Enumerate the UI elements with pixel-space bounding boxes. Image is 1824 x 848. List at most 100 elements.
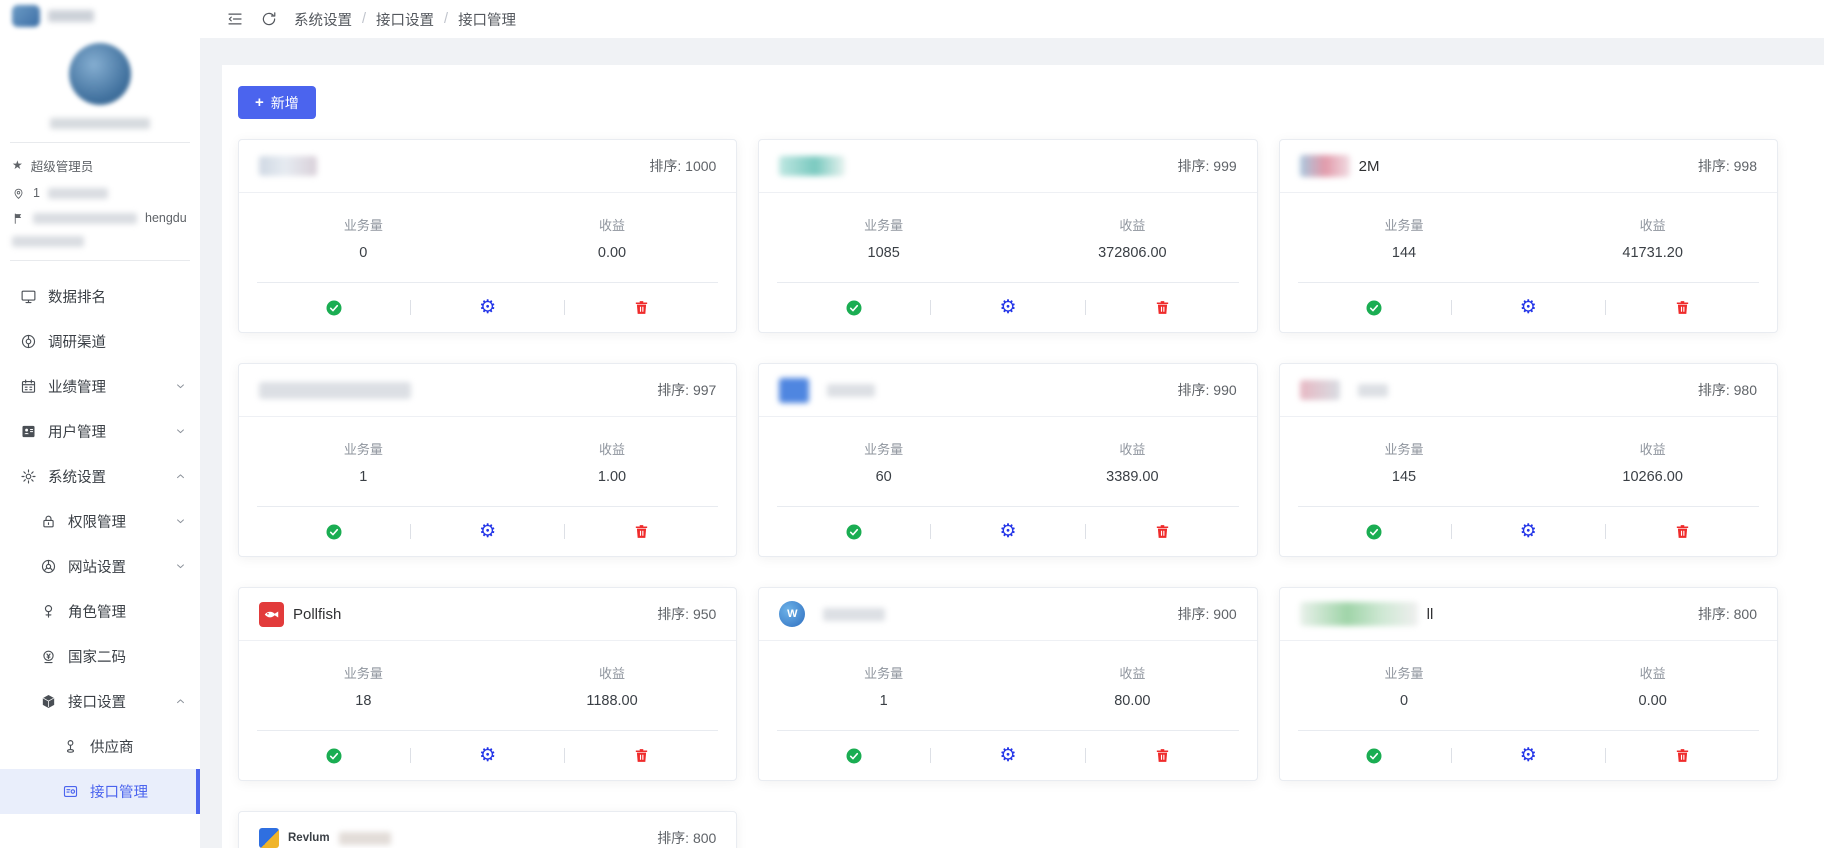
provider-logo [1300,602,1418,626]
provider-logo [259,156,317,176]
username-blurred [50,118,150,129]
volume-stat: 业务量 18 [239,663,488,709]
gear-icon: ⚙ [999,298,1016,317]
check-circle-icon [845,523,863,541]
lock-icon [40,513,57,530]
app-logo [0,0,200,27]
revenue-label: 收益 [1008,215,1257,234]
revenue-label: 收益 [488,663,737,682]
provider-title-text: 2M [1359,158,1380,175]
enable-action[interactable] [1298,731,1451,780]
settings-action[interactable]: ⚙ [1452,731,1605,780]
settings-action[interactable]: ⚙ [931,731,1084,780]
user-role-row: ★ 超级管理员 [12,156,190,175]
delete-action[interactable] [565,283,718,332]
delete-action[interactable] [1086,283,1239,332]
enable-action[interactable] [257,507,410,556]
sort-badge: 排序: 990 [1178,380,1237,400]
coin-icon [40,648,57,665]
delete-action[interactable] [565,507,718,556]
delete-action[interactable] [565,731,718,780]
revenue-value: 80.00 [1008,693,1257,709]
sidebar-item-performance[interactable]: 业绩管理 [0,364,200,409]
sidebar-item-permission[interactable]: 权限管理 [0,499,200,544]
sort-badge: 排序: 998 [1698,156,1757,176]
sidebar-item-system-settings[interactable]: 系统设置 [0,454,200,499]
sidebar-item-supplier[interactable]: 供应商 [0,724,200,769]
sort-value: 999 [1213,158,1236,174]
settings-action[interactable]: ⚙ [931,283,1084,332]
volume-label: 业务量 [759,663,1008,682]
sidebar-item-country-code[interactable]: 国家二码 [0,634,200,679]
enable-action[interactable] [777,507,930,556]
sidebar-item-data-ranking[interactable]: 数据排名 [0,274,200,319]
revenue-label: 收益 [1008,439,1257,458]
card-actions: ⚙ [1298,282,1759,332]
extra-text-blurred [12,236,84,247]
sort-value: 800 [693,830,716,846]
card-stats: 业务量 145 收益 10266.00 [1280,417,1777,506]
sidebar-item-survey-channel[interactable]: 调研渠道 [0,319,200,364]
menu-item-label: 权限管理 [68,511,126,532]
sort-label: 排序: [657,382,689,398]
settings-action[interactable]: ⚙ [411,731,564,780]
delete-action[interactable] [1606,731,1759,780]
enable-action[interactable] [257,731,410,780]
provider-title [259,382,420,399]
volume-value: 1085 [759,245,1008,261]
provider-title-blurred [827,384,875,397]
volume-stat: 业务量 0 [239,215,488,261]
delete-action[interactable] [1606,507,1759,556]
enable-action[interactable] [257,283,410,332]
user-role-label: 超级管理员 [31,156,94,175]
enable-action[interactable] [1298,283,1451,332]
breadcrumb-item-system-settings[interactable]: 系统设置 [294,9,352,30]
enable-action[interactable] [777,283,930,332]
settings-action[interactable]: ⚙ [1452,283,1605,332]
settings-action[interactable]: ⚙ [411,283,564,332]
sort-label: 排序: [1178,382,1210,398]
sort-value: 990 [1213,382,1236,398]
topbar: 系统设置 / 接口设置 / 接口管理 [200,0,1824,38]
sidebar-item-api-settings[interactable]: 接口设置 [0,679,200,724]
chevron-up-icon [175,696,186,707]
add-button[interactable]: + 新增 [238,86,316,119]
sidebar-item-user-mgmt[interactable]: 用户管理 [0,409,200,454]
supplier-icon [62,738,79,755]
volume-label: 业务量 [1280,215,1529,234]
settings-action[interactable]: ⚙ [1452,507,1605,556]
card-header: ll 排序: 800 [1280,588,1777,641]
refresh-icon[interactable] [260,10,278,28]
revenue-stat: 收益 1188.00 [488,663,737,709]
enable-action[interactable] [1298,507,1451,556]
enable-action[interactable] [777,731,930,780]
location-prefix: 1 [33,186,40,200]
breadcrumb-item-api-settings[interactable]: 接口设置 [376,9,434,30]
settings-action[interactable]: ⚙ [931,507,1084,556]
sidebar-item-api-mgmt[interactable]: 接口管理 [0,769,200,814]
menu-item-label: 国家二码 [68,646,126,667]
provider-title: Revlum [259,828,391,848]
settings-action[interactable]: ⚙ [411,507,564,556]
delete-action[interactable] [1086,731,1239,780]
card-actions: ⚙ [257,282,718,332]
sidebar-item-role-mgmt[interactable]: 角色管理 [0,589,200,634]
sort-label: 排序: [1698,158,1730,174]
menu-item-label: 系统设置 [48,466,106,487]
sort-label: 排序: [1698,606,1730,622]
delete-action[interactable] [1086,507,1239,556]
sidebar-item-site-settings[interactable]: 网站设置 [0,544,200,589]
provider-title [779,156,854,176]
trash-icon [633,747,650,764]
sort-badge: 排序: 800 [1698,604,1757,624]
revenue-stat: 收益 80.00 [1008,663,1257,709]
provider-card-8: ll 排序: 800 业务量 0 收益 0.00 [1279,587,1778,781]
sort-label: 排序: [1178,606,1210,622]
person-icon [40,603,57,620]
check-circle-icon [845,747,863,765]
revenue-stat: 收益 372806.00 [1008,215,1257,261]
provider-card-6: Pollfish 排序: 950 业务量 18 收益 1188.00 [238,587,737,781]
provider-title [259,156,326,176]
collapse-sidebar-icon[interactable] [226,10,244,28]
delete-action[interactable] [1606,283,1759,332]
